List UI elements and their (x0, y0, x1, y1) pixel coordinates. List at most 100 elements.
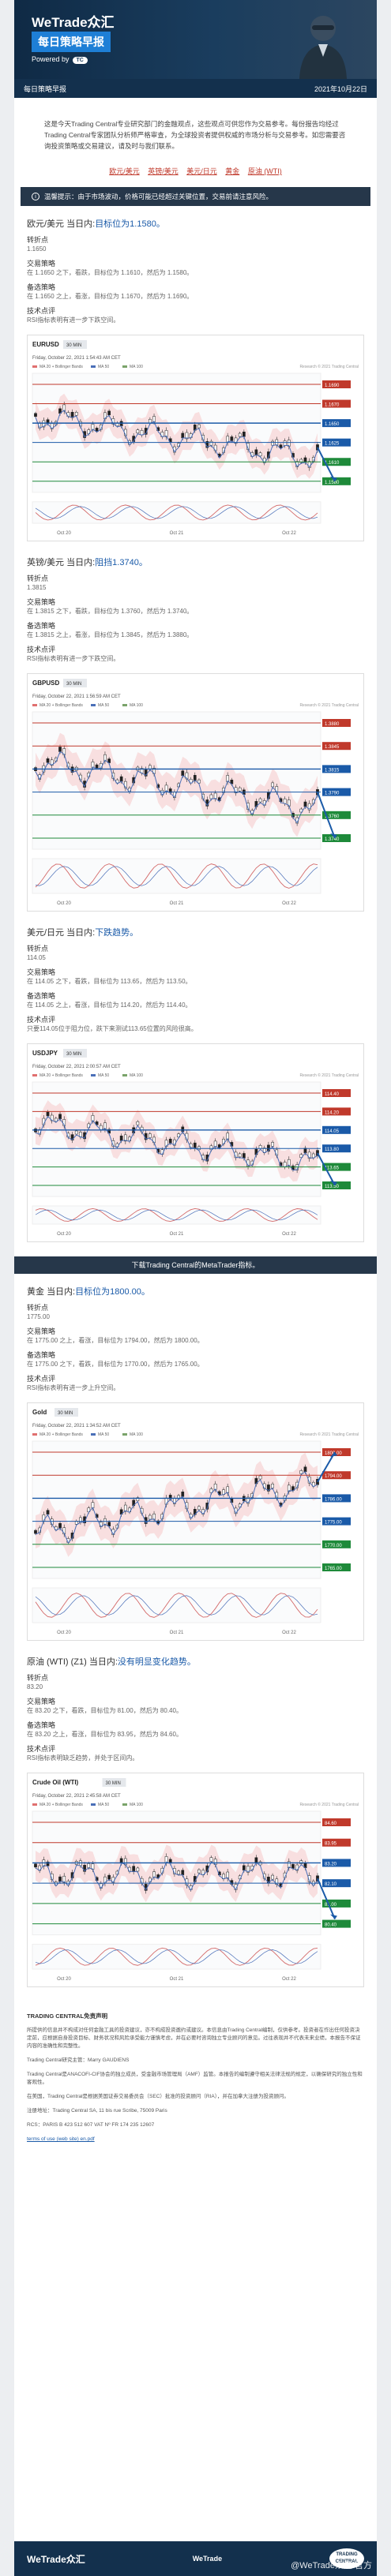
level-label: 1.3845 (325, 745, 340, 750)
disclaimer-p1: 所提供的信息并不构成对任何金融工具的投资建议，亦不构成投资邀约或建议。本信息由T… (27, 2027, 361, 2049)
candle (258, 1145, 262, 1149)
analysis-section: 黄金 当日内:目标位为1800.00。 转折点 1775.00 交易策略在 1775.… (14, 1285, 377, 1641)
x-tick-label: Oct 22 (282, 901, 296, 906)
pivot-value: 1.3815 (27, 584, 47, 591)
legend-item: MA 20 + Bollinger Bands (39, 1432, 83, 1437)
tech-label: 技术点评 (27, 1016, 56, 1024)
status-label: 当日内: (47, 1287, 76, 1297)
candle (119, 1136, 123, 1141)
x-tick-label: Oct 20 (57, 901, 71, 906)
candle (95, 764, 99, 769)
risk-notice: i 温馨提示：由于市场波动，价格可能已经超过关键位置，交易前请注意风险。 (21, 187, 370, 206)
terms-link[interactable]: terms of use (web site) en.pdf (27, 2136, 95, 2142)
footer-center: WeTrade (192, 2555, 223, 2563)
level-label: 1770.00 (325, 1544, 342, 1548)
legend-item: MA 50 (98, 365, 109, 369)
candle (291, 1864, 295, 1869)
price-chart: Gold 30 MIN Friday, October 22, 2021 1:34:… (27, 1402, 364, 1641)
disclaimer-p2: Trading Central研究主管：Marry GAUDIENS (27, 2057, 130, 2063)
link-usdjpy[interactable]: 美元/日元 (186, 167, 217, 175)
level-label: 1.3790 (325, 792, 340, 796)
chart-timeframe: 30 MIN (66, 343, 81, 348)
thinking-person-image (299, 16, 347, 79)
link-eurusd[interactable]: 欧元/美元 (109, 167, 140, 175)
candle (242, 432, 246, 437)
level-label: 1.1580 (325, 481, 340, 485)
pair-name: 原油 (WTI) (Z1) (27, 1657, 87, 1667)
candle (197, 1506, 201, 1511)
section-heading: 原油 (WTI) (Z1) 当日内:没有明显变化趋势。 (27, 1655, 364, 1668)
status-label: 当日内: (88, 1657, 118, 1667)
pivot-value: 1.1650 (27, 245, 47, 253)
candle (242, 1153, 246, 1159)
candle (193, 1142, 197, 1149)
x-tick-label: Oct 20 (57, 1977, 71, 1982)
alt-value: 在 1.1650 之上，看涨，目标位为 1.1670，然后为 1.1690。 (27, 293, 194, 300)
candle (152, 1871, 156, 1878)
disclaimer-title: TRADING CENTRAL免责声明 (27, 2012, 108, 2020)
candle (74, 412, 78, 416)
footer: WeTrade众汇 WeTrade TRADING CENTRAL @WeTra… (14, 2541, 377, 2576)
alt-value: 在 83.20 之上，看涨，目标位为 83.95，然后为 84.60。 (27, 1731, 182, 1738)
link-wti[interactable]: 原油 (WTI) (248, 167, 282, 175)
view-text: 没有明显变化趋势。 (117, 1657, 196, 1667)
chart-timeframe: 30 MIN (66, 682, 81, 687)
chart-copyright: Research © 2021 Trading Central (299, 364, 359, 369)
level-label: 1.3880 (325, 722, 340, 727)
level-label: 114.40 (325, 1092, 340, 1097)
disclaimer: TRADING CENTRAL免责声明 所提供的信息并不构成对任何金融工具的投资… (14, 2001, 377, 2161)
disclaimer-p4: 在美国，Trading Central是根据美国证券交易委员会（SEC）批准的投… (27, 2094, 290, 2099)
price-chart: EURUSD 30 MIN Friday, October 22, 2021 1:5… (27, 335, 364, 541)
candle (258, 452, 262, 457)
level-label: 1.1625 (325, 442, 340, 447)
chart-time: Friday, October 22, 2021 2:45:58 AM CET (32, 1794, 121, 1799)
date-bar: 每日策略早报 2021年10月22日 (14, 79, 377, 98)
candle (181, 1492, 185, 1497)
status-label: 当日内: (66, 219, 96, 229)
strat-value: 在 83.20 之下，看跌，目标位为 81.00，然后为 80.40。 (27, 1707, 182, 1714)
candle (46, 1111, 50, 1117)
candle (34, 413, 37, 417)
candle (58, 1523, 62, 1529)
footer-logo: WeTrade众汇 (27, 2553, 85, 2565)
pivot-value: 1775.00 (27, 1313, 50, 1320)
legend-item: MA 100 (130, 1803, 143, 1807)
strat-label: 交易策略 (27, 968, 56, 976)
candle (107, 1874, 111, 1880)
candle (149, 1515, 152, 1520)
tech-label: 技术点评 (27, 1375, 56, 1383)
candle (238, 432, 242, 437)
candle (271, 1484, 274, 1488)
candle (299, 1470, 303, 1474)
wetrade-logo: WeTrade众汇 (32, 15, 115, 30)
pivot-label: 转折点 (27, 1674, 49, 1682)
section-heading: 英镑/美元 当日内:阻挡1.3740。 (27, 556, 364, 568)
x-tick-label: Oct 21 (170, 1232, 184, 1237)
strat-value: 在 114.05 之下，看跌，目标位为 113.65，然后为 113.50。 (27, 978, 192, 985)
tech-label: 技术点评 (27, 646, 56, 653)
report-date: 2021年10月22日 (314, 84, 367, 93)
x-tick-label: Oct 22 (282, 1977, 296, 1982)
pivot-label: 转折点 (27, 1304, 49, 1312)
pivot-label: 转折点 (27, 575, 49, 582)
alt-value: 在 1.3815 之上，看涨，目标位为 1.3845，然后为 1.3880。 (27, 631, 194, 638)
legend-item: MA 100 (130, 1432, 143, 1437)
link-gbpusd[interactable]: 英镑/美元 (148, 167, 179, 175)
status-label: 当日内: (66, 928, 96, 938)
candle (74, 1130, 78, 1135)
candle (136, 1867, 140, 1872)
x-tick-label: Oct 20 (57, 1631, 71, 1635)
analysis-section: 原油 (WTI) (Z1) 当日内:没有明显变化趋势。 转折点 83.20 交易策略在… (14, 1655, 377, 1987)
candle (303, 801, 307, 807)
analysis-section: 英镑/美元 当日内:阻挡1.3740。 转折点 1.3815 交易策略在 1.3815… (14, 556, 377, 912)
chart-timeframe: 30 MIN (106, 1781, 121, 1786)
link-gold[interactable]: 黄金 (225, 167, 239, 175)
candle (238, 787, 242, 792)
candle (242, 1865, 246, 1871)
candle (238, 1153, 242, 1158)
candle (168, 1138, 172, 1144)
download-mt-button[interactable]: 下载Trading Central的MetaTrader指标。 (14, 1256, 377, 1274)
legend-item: MA 50 (98, 1803, 109, 1807)
trading-central-logo: TC (72, 57, 88, 64)
view-text: 下跌趋势。 (95, 928, 139, 938)
